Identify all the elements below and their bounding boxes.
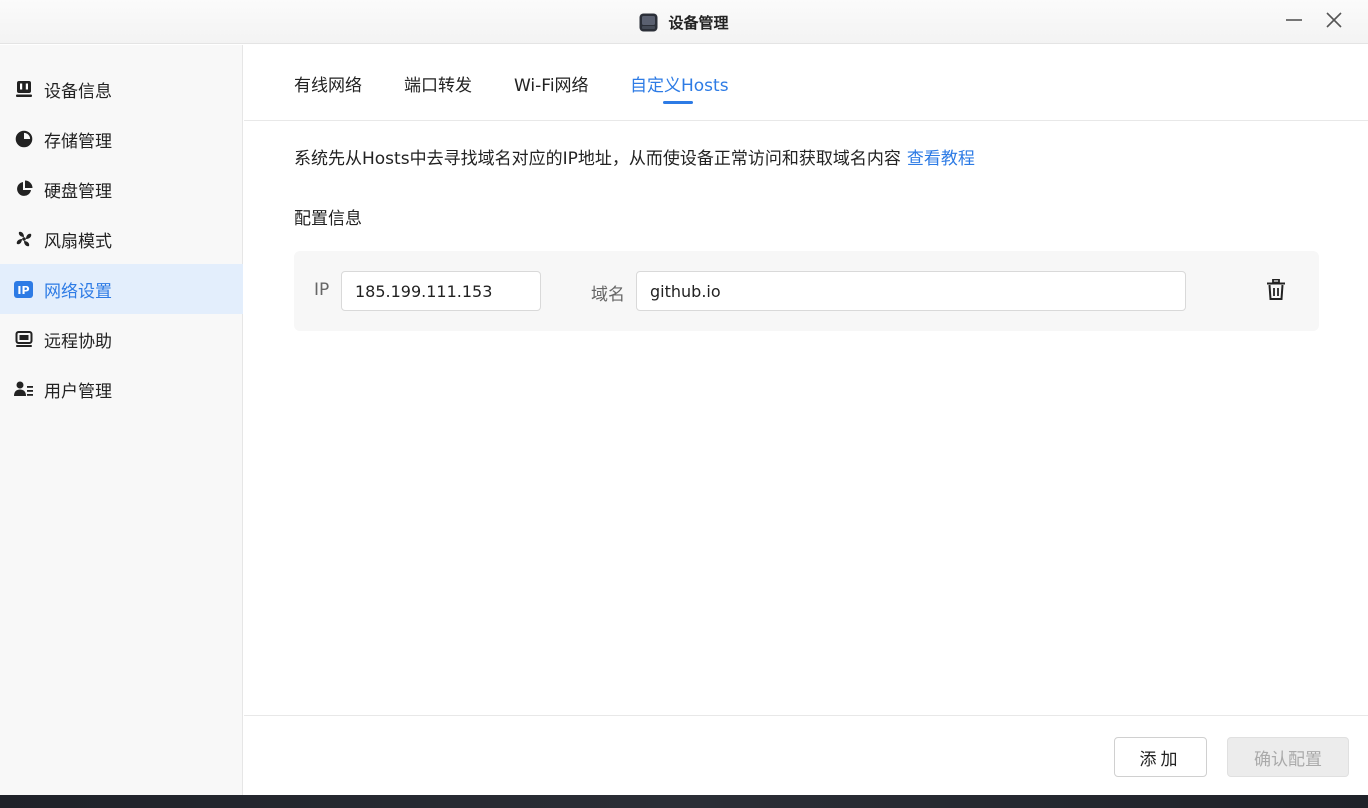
device-info-icon	[14, 80, 33, 99]
sidebar-item-network[interactable]: IP 网络设置	[0, 264, 243, 314]
confirm-config-button[interactable]: 确认配置	[1227, 737, 1349, 777]
sidebar-item-users[interactable]: 用户管理	[0, 364, 243, 414]
host-entry-row: IP 域名	[294, 251, 1319, 331]
domain-input[interactable]	[636, 271, 1186, 311]
disk-pie-icon	[14, 180, 33, 199]
add-button[interactable]: 添加	[1114, 737, 1207, 777]
delete-host-button[interactable]	[1264, 278, 1288, 304]
title-bar: 设备管理	[0, 0, 1368, 44]
sidebar-item-remote[interactable]: 远程协助	[0, 314, 243, 364]
sidebar-item-label: 设备信息	[44, 81, 112, 102]
tab-custom-hosts[interactable]: 自定义Hosts	[630, 71, 729, 96]
sidebar-item-label: 硬盘管理	[44, 181, 112, 202]
desktop-taskbar-edge	[0, 795, 1368, 808]
footer-bar: 添加 确认配置	[244, 715, 1368, 795]
domain-label: 域名	[591, 285, 625, 305]
fan-icon	[14, 230, 33, 249]
hosts-description: 系统先从Hosts中去寻找域名对应的IP地址，从而使设备正常访问和获取域名内容查…	[294, 144, 975, 169]
sidebar-item-label: 远程协助	[44, 331, 112, 352]
close-icon	[1325, 11, 1343, 33]
tab-bar: 有线网络 端口转发 Wi-Fi网络 自定义Hosts	[244, 45, 1368, 121]
pie-chart-icon	[14, 130, 33, 149]
title-wrap: 设备管理	[0, 0, 1368, 44]
minus-icon	[1285, 11, 1303, 33]
close-button[interactable]	[1321, 9, 1347, 35]
minimize-button[interactable]	[1281, 9, 1307, 35]
sidebar-item-label: 存储管理	[44, 131, 112, 152]
sidebar-item-label: 用户管理	[44, 381, 112, 402]
window-title: 设备管理	[668, 13, 729, 32]
app-window: 设备管理 设备信息 存储管理 硬盘管理 风扇模式 IP 网络设置 远程协助 用户…	[0, 0, 1368, 795]
sidebar-item-storage[interactable]: 存储管理	[0, 114, 243, 164]
ip-icon-text: IP	[17, 284, 29, 297]
ip-label: IP	[314, 280, 330, 300]
section-title: 配置信息	[294, 209, 362, 229]
app-logo-icon	[639, 13, 658, 32]
ip-input[interactable]	[341, 271, 541, 311]
description-text: 系统先从Hosts中去寻找域名对应的IP地址，从而使设备正常访问和获取域名内容	[294, 149, 901, 169]
sidebar-item-label: 风扇模式	[44, 231, 112, 252]
monitor-icon	[14, 330, 33, 349]
sidebar-item-disk[interactable]: 硬盘管理	[0, 164, 243, 214]
tutorial-link[interactable]: 查看教程	[907, 149, 975, 169]
tab-wifi-network[interactable]: Wi-Fi网络	[514, 71, 589, 96]
tab-port-forwarding[interactable]: 端口转发	[404, 71, 472, 96]
sidebar-item-fan[interactable]: 风扇模式	[0, 214, 243, 264]
main-panel: 有线网络 端口转发 Wi-Fi网络 自定义Hosts 系统先从Hosts中去寻找…	[244, 45, 1368, 795]
users-icon	[14, 380, 33, 399]
sidebar-item-label: 网络设置	[44, 281, 112, 302]
tab-wired-network[interactable]: 有线网络	[294, 71, 362, 96]
ip-icon: IP	[14, 280, 33, 299]
sidebar-item-device-info[interactable]: 设备信息	[0, 64, 243, 114]
trash-icon	[1266, 278, 1286, 304]
sidebar: 设备信息 存储管理 硬盘管理 风扇模式 IP 网络设置 远程协助 用户管理	[0, 45, 243, 795]
active-tab-indicator	[663, 101, 693, 104]
